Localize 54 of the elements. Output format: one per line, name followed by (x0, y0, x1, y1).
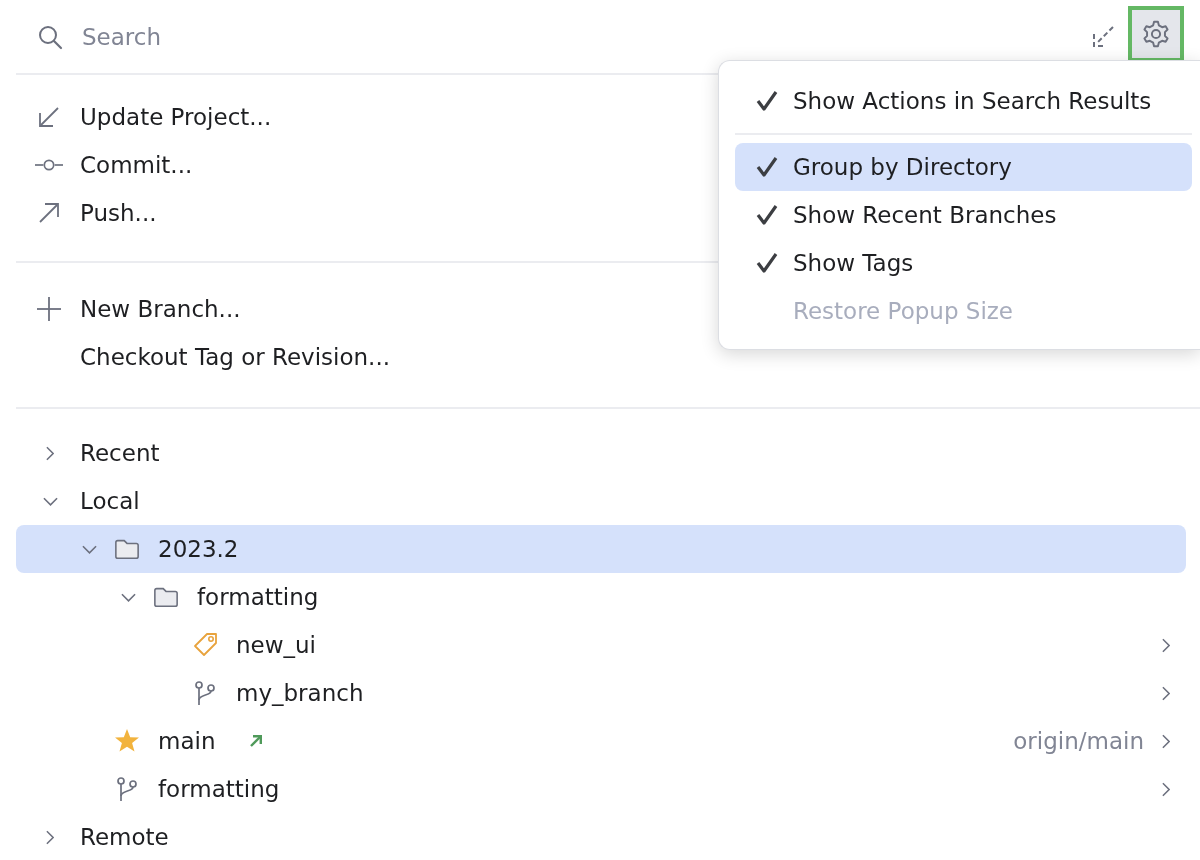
menu-item[interactable]: Commit... (80, 152, 193, 178)
tag-icon (192, 632, 218, 658)
arrow-down-left-icon (37, 105, 61, 129)
chevron-right-icon[interactable] (1162, 781, 1170, 797)
tracking-branch: origin/main (1013, 728, 1144, 754)
search-field[interactable]: Search (82, 19, 1084, 54)
settings-icon (1142, 19, 1170, 48)
tree-label: Recent (80, 440, 160, 466)
dashed-arrow-icon[interactable] (1092, 25, 1114, 48)
tree-row[interactable]: Recent (16, 429, 1186, 477)
chevron-right-icon[interactable] (46, 445, 54, 461)
branch-icon (192, 680, 218, 706)
menu-item[interactable]: Checkout Tag or Revision... (80, 344, 391, 370)
tree-row[interactable]: my_branch (16, 669, 1186, 717)
tree-label: 2023.2 (158, 536, 239, 562)
chevron-right-icon[interactable] (1162, 733, 1170, 749)
tree-label: new_ui (236, 632, 316, 658)
tree-label: my_branch (236, 680, 364, 706)
tree-row[interactable]: formatting (16, 573, 1186, 621)
tree-label: formatting (158, 776, 280, 802)
menu-item[interactable]: Show Tags (735, 239, 1192, 287)
menu-item[interactable]: Show Recent Branches (735, 191, 1192, 239)
chevron-down-icon[interactable] (120, 592, 136, 602)
tree-label: Local (80, 488, 140, 514)
tree-row[interactable]: new_ui (16, 621, 1186, 669)
chevron-down-icon[interactable] (81, 544, 97, 554)
tree-row[interactable]: Local (16, 477, 1186, 525)
tree-row[interactable]: 2023.2 (16, 525, 1186, 573)
tree-label: main (158, 728, 216, 754)
arrow-up-right-icon (37, 201, 61, 225)
settings-button[interactable] (1128, 5, 1184, 62)
branch-icon (114, 776, 140, 802)
menu-item[interactable]: New Branch... (80, 296, 241, 322)
tree-label: Remote (80, 824, 169, 850)
tree-row[interactable]: formatting (16, 765, 1186, 813)
node-line-icon (35, 158, 63, 172)
tree-row[interactable]: main origin/main (16, 717, 1186, 765)
menu-item-label: Show Tags (793, 250, 914, 276)
chevron-down-icon[interactable] (42, 496, 58, 506)
tree-label: formatting (197, 584, 319, 610)
menu-item-label: Restore Popup Size (793, 298, 1013, 324)
chevron-right-icon[interactable] (46, 829, 54, 845)
menu-item[interactable]: Show Actions in Search Results (735, 77, 1192, 125)
menu-item[interactable]: Push... (80, 200, 157, 226)
menu-item-label: Show Recent Branches (793, 202, 1057, 228)
tree-row[interactable]: Remote (16, 813, 1186, 860)
menu-item[interactable]: Group by Directory (735, 143, 1192, 191)
chevron-right-icon[interactable] (1162, 637, 1170, 653)
search-icon (37, 23, 63, 50)
menu-item[interactable]: Update Project... (80, 104, 272, 130)
menu-item-label: Show Actions in Search Results (793, 88, 1152, 114)
menu-item-label: Group by Directory (793, 154, 1012, 180)
plus-icon (37, 297, 61, 321)
chevron-right-icon[interactable] (1162, 685, 1170, 701)
